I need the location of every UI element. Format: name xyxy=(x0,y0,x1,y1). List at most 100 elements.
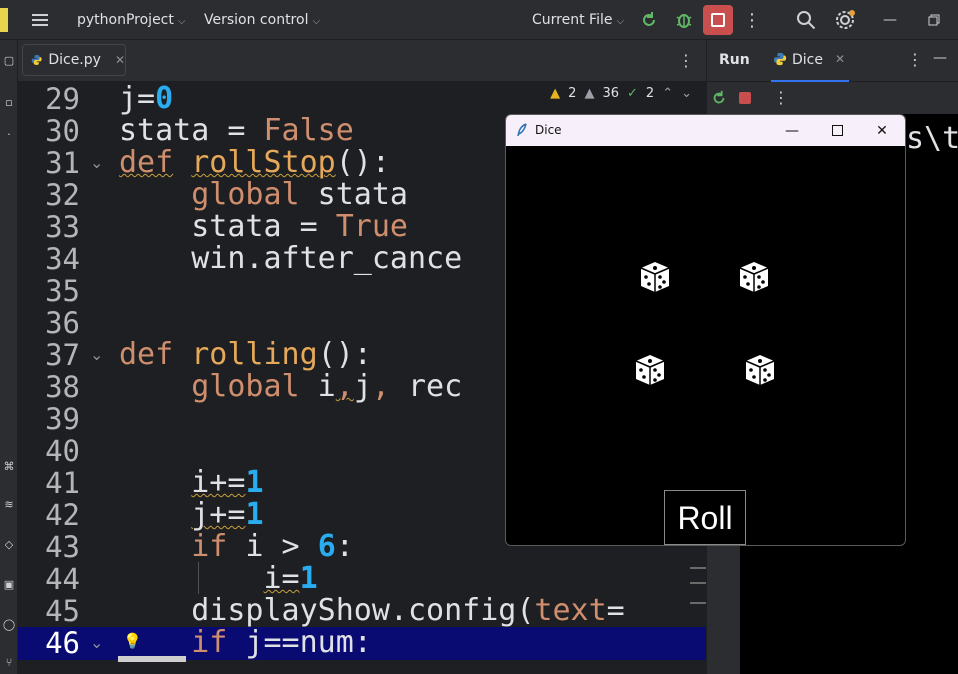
git-icon[interactable]: ⑂ xyxy=(0,656,18,669)
run-tab-label: Dice xyxy=(792,52,823,68)
line-number: 36 xyxy=(45,306,80,340)
hide-panel-icon[interactable]: — xyxy=(933,50,947,66)
fold-chevron-icon[interactable]: ⌄ xyxy=(90,147,103,179)
layers-icon[interactable]: ≋ xyxy=(0,498,18,511)
line-number: 32 xyxy=(45,178,80,212)
run-options-icon[interactable]: ⋮ xyxy=(907,50,923,69)
dice-app-window: Dice — ✕ Roll xyxy=(505,114,906,546)
line-number: 30 xyxy=(45,114,80,148)
more-tools-icon[interactable]: · xyxy=(0,128,18,141)
code-line: def rollStop(): xyxy=(119,145,390,180)
line-number: 40 xyxy=(45,434,80,468)
title-bar: pythonProject ⌵ Version control ⌵ Current … xyxy=(0,0,958,40)
line-number: 35 xyxy=(45,274,80,308)
line-number: 44 xyxy=(45,562,80,596)
minimize-window-icon[interactable]: — xyxy=(769,115,815,146)
dice-window-title: Dice xyxy=(535,123,562,137)
run-tab-bar: Run Dice ✕ ⋮ — xyxy=(707,40,958,82)
rerun-icon[interactable] xyxy=(711,90,727,110)
rerun-icon[interactable] xyxy=(638,9,660,31)
code-line: j+=1 xyxy=(191,497,264,532)
line-number: 45 xyxy=(45,594,80,628)
minimize-window-icon[interactable]: — xyxy=(878,8,902,32)
line-number: 33 xyxy=(45,210,80,244)
commit-tool-icon[interactable]: ▫ xyxy=(0,96,18,109)
dice-icon xyxy=(739,262,769,292)
restore-window-icon[interactable] xyxy=(922,8,946,32)
run-config-label: Current File xyxy=(532,12,613,28)
maximize-window-icon[interactable] xyxy=(814,115,860,146)
line-number: 34 xyxy=(45,242,80,276)
tab-dice-py[interactable]: Dice.py ✕ xyxy=(22,44,126,76)
settings-gear-icon[interactable] xyxy=(833,8,857,32)
close-tab-icon[interactable]: ✕ xyxy=(835,52,845,66)
main-menu-icon[interactable] xyxy=(30,8,52,32)
close-tab-icon[interactable]: ✕ xyxy=(115,53,125,67)
line-number: 46 xyxy=(45,626,80,660)
line-number: 38 xyxy=(45,370,80,404)
python-file-icon xyxy=(31,55,42,65)
services-icon[interactable]: ◇ xyxy=(0,538,18,551)
code-line: def rolling(): xyxy=(119,337,372,372)
code-line: stata = False xyxy=(119,113,354,148)
chevron-down-icon: ⌵ xyxy=(616,16,625,27)
code-line: j=0 xyxy=(119,82,174,116)
line-number: 43 xyxy=(45,530,80,564)
chevron-down-icon[interactable]: ⌄ xyxy=(681,86,692,101)
line-number: 42 xyxy=(45,498,80,532)
tab-label: Dice.py xyxy=(48,52,101,68)
code-line: i+=1 xyxy=(191,465,264,500)
line-number: 41 xyxy=(45,466,80,500)
warning-count: 2 xyxy=(568,86,577,101)
project-selector[interactable]: pythonProject ⌵ xyxy=(77,0,185,40)
project-tool-icon[interactable]: ▢ xyxy=(0,54,18,67)
run-tool-title: Run xyxy=(719,52,750,68)
close-window-icon[interactable]: ✕ xyxy=(859,115,905,146)
code-line: if j==num: xyxy=(191,625,372,660)
line-number: 37 xyxy=(45,338,80,372)
inspection-widget[interactable]: ▲ 2 ▲ 36 ✓ 2 ⌃ ⌄ xyxy=(550,86,692,101)
editor-tab-bar: Dice.py ✕ ⋮ xyxy=(18,40,706,82)
change-marker xyxy=(690,602,706,604)
code-line: win.after_cance xyxy=(119,241,463,276)
chevron-up-icon[interactable]: ⌃ xyxy=(662,86,673,101)
typo-count: 2 xyxy=(645,86,655,101)
stop-button[interactable] xyxy=(703,5,733,35)
python-file-icon xyxy=(773,52,787,66)
code-line: i=1 xyxy=(263,561,318,596)
dice-icon xyxy=(745,355,775,385)
chevron-down-icon: ⌵ xyxy=(312,16,321,27)
line-number: 39 xyxy=(45,402,80,436)
stop-icon[interactable] xyxy=(739,92,751,104)
python-packages-icon[interactable]: ⌘ xyxy=(0,460,18,473)
problems-icon[interactable]: ◯ xyxy=(0,618,18,631)
vcs-selector[interactable]: Version control ⌵ xyxy=(204,0,320,40)
fold-chevron-icon[interactable]: ⌄ xyxy=(90,627,103,659)
run-config-selector[interactable]: Current File ⌵ xyxy=(532,0,624,40)
dice-icon xyxy=(635,355,665,385)
dice-window-titlebar[interactable]: Dice — ✕ xyxy=(506,115,905,146)
line-number: 29 xyxy=(45,82,80,116)
code-line: global stata xyxy=(191,177,408,212)
fold-chevron-icon[interactable]: ⌄ xyxy=(90,339,103,371)
run-more-icon[interactable]: ⋮ xyxy=(773,88,789,107)
roll-button[interactable]: Roll xyxy=(664,490,746,545)
weak-warning-count: 36 xyxy=(602,86,619,101)
left-tool-strip: ▢ ▫ · ⌘ ≋ ◇ ▣ ◯ ⑂ xyxy=(0,40,18,674)
more-actions-icon[interactable]: ⋮ xyxy=(742,9,762,31)
warning-icon: ▲ xyxy=(550,86,561,101)
vcs-label: Version control xyxy=(204,12,309,28)
terminal-icon[interactable]: ▣ xyxy=(0,578,18,591)
debug-icon[interactable] xyxy=(673,9,695,31)
app-logo-icon xyxy=(0,8,8,32)
code-line: stata = True xyxy=(119,209,408,244)
tab-options-icon[interactable]: ⋮ xyxy=(678,50,694,70)
change-marker xyxy=(690,582,706,584)
code-line: if i > 6: xyxy=(191,529,354,564)
line-number-gutter: 29 30 31 32 33 34 35 36 37 38 39 40 41 4… xyxy=(18,82,186,674)
search-icon[interactable] xyxy=(794,8,818,32)
change-marker xyxy=(690,567,706,569)
run-tab-dice[interactable]: Dice ✕ xyxy=(771,48,849,82)
code-line: displayShow.config(text= xyxy=(119,593,625,628)
stop-icon xyxy=(711,13,725,27)
